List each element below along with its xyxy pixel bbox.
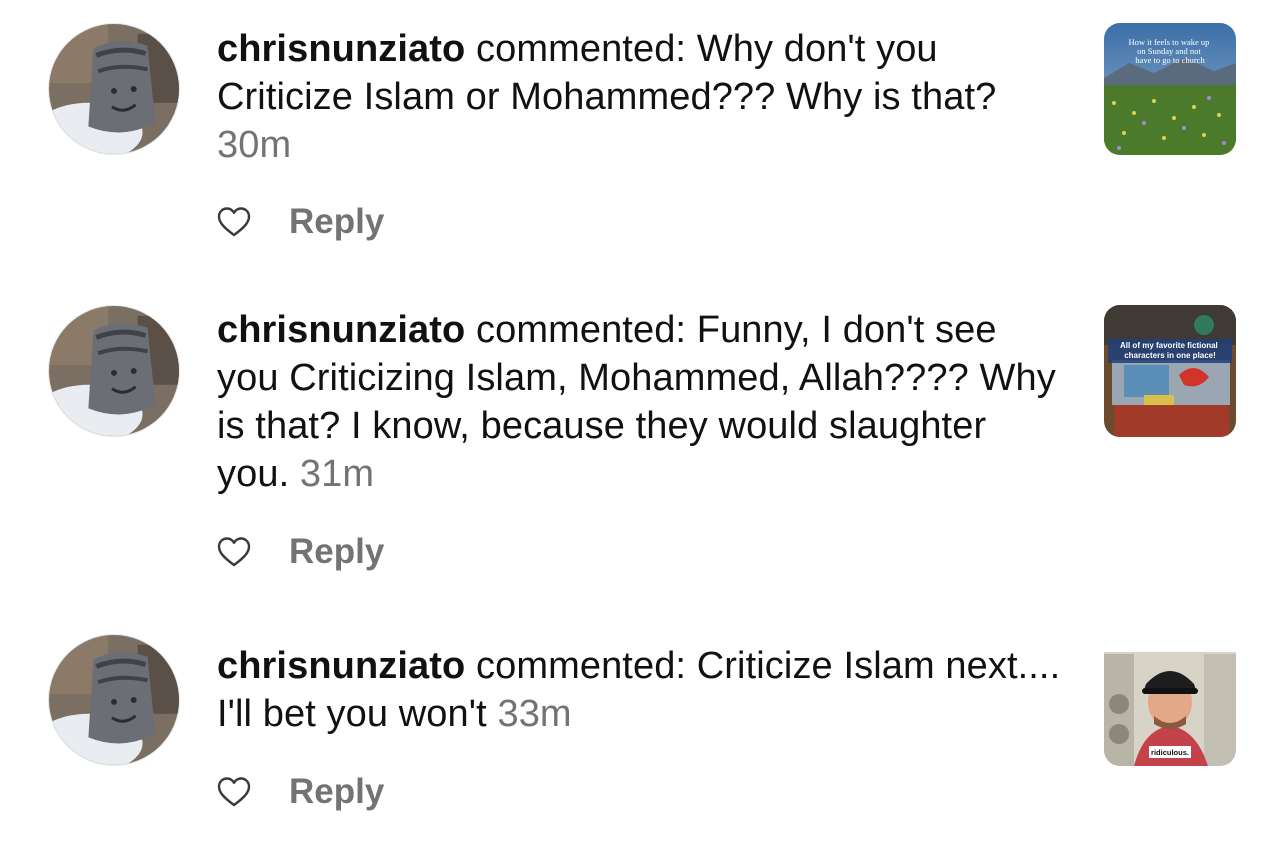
comment-verb: commented: <box>476 645 687 687</box>
timestamp: 33m <box>497 693 572 735</box>
comment-verb: commented: <box>476 309 687 351</box>
comment-text: chrisnunziato commented: Why don't you C… <box>217 25 1067 169</box>
comment-actions: Reply <box>217 532 384 572</box>
avatar[interactable] <box>48 23 180 155</box>
thumbnail-caption: How it feels to wake up on Sunday and no… <box>1128 37 1211 65</box>
figurines-thumbnail-image: All of my favorite fictional characters … <box>1104 305 1236 437</box>
comment-actions: Reply <box>217 772 384 812</box>
avatar[interactable] <box>48 305 180 437</box>
avatar-image <box>49 635 179 765</box>
post-thumbnail[interactable]: ridiculous. <box>1104 634 1236 766</box>
username[interactable]: chrisnunziato <box>217 28 465 70</box>
comment-text: chrisnunziato commented: Criticize Islam… <box>217 642 1067 738</box>
username[interactable]: chrisnunziato <box>217 645 465 687</box>
heart-outline-icon[interactable] <box>217 776 251 808</box>
heart-outline-icon[interactable] <box>217 536 251 568</box>
man-selfie-thumbnail-image: ridiculous. <box>1104 634 1236 766</box>
reply-button[interactable]: Reply <box>289 772 384 812</box>
reply-button[interactable]: Reply <box>289 532 384 572</box>
comment-text: chrisnunziato commented: Funny, I don't … <box>217 306 1067 498</box>
reply-button[interactable]: Reply <box>289 202 384 242</box>
avatar-image <box>49 306 179 436</box>
thumbnail-caption: All of my favorite fictional characters … <box>1120 341 1220 360</box>
thumbnail-caption: ridiculous. <box>1151 748 1189 757</box>
comment-verb: commented: <box>476 28 687 70</box>
meadow-thumbnail-image: How it feels to wake up on Sunday and no… <box>1104 23 1236 155</box>
timestamp: 30m <box>217 124 292 166</box>
post-thumbnail[interactable]: All of my favorite fictional characters … <box>1104 305 1236 437</box>
username[interactable]: chrisnunziato <box>217 309 465 351</box>
avatar-image <box>49 24 179 154</box>
heart-outline-icon[interactable] <box>217 206 251 238</box>
comment-actions: Reply <box>217 202 384 242</box>
timestamp: 31m <box>299 453 375 495</box>
avatar[interactable] <box>48 634 180 766</box>
post-thumbnail[interactable]: How it feels to wake up on Sunday and no… <box>1104 23 1236 155</box>
